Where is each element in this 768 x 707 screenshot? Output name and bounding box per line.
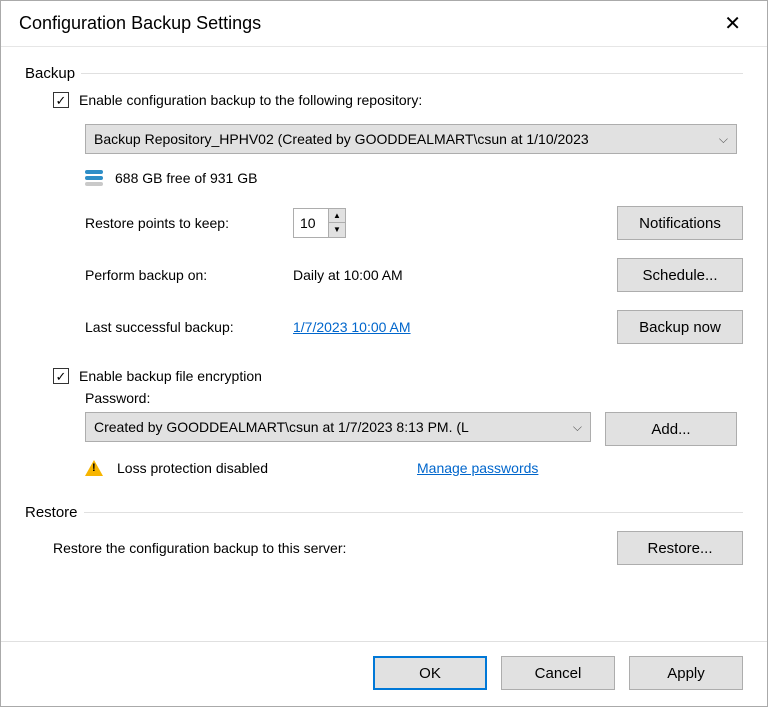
restore-points-input[interactable] — [294, 209, 328, 237]
enable-backup-row: Enable configuration backup to the follo… — [53, 92, 743, 108]
loss-protection-row: Loss protection disabled Manage password… — [85, 460, 743, 476]
restore-row: Restore the configuration backup to this… — [53, 531, 743, 565]
spinner-arrows: ▲ ▼ — [328, 209, 345, 237]
free-space-text: 688 GB free of 931 GB — [115, 170, 257, 186]
dialog: Configuration Backup Settings ✕ Backup E… — [0, 0, 768, 707]
free-space-row: 688 GB free of 931 GB — [85, 170, 743, 186]
restore-points-label: Restore points to keep: — [85, 215, 285, 231]
ok-button[interactable]: OK — [373, 656, 487, 690]
backup-section-label: Backup — [25, 65, 75, 82]
perform-backup-label: Perform backup on: — [85, 267, 285, 283]
spinner-down-icon[interactable]: ▼ — [329, 223, 345, 237]
password-label: Password: — [85, 390, 150, 406]
cancel-button[interactable]: Cancel — [501, 656, 615, 690]
restore-points-spinner[interactable]: ▲ ▼ — [293, 208, 346, 238]
close-icon[interactable]: ✕ — [716, 11, 749, 36]
restore-section-header: Restore — [25, 504, 743, 521]
restore-points-row: Restore points to keep: ▲ ▼ Notification… — [85, 206, 743, 240]
enable-backup-checkbox[interactable] — [53, 92, 69, 108]
repository-value: Backup Repository_HPHV02 (Created by GOO… — [94, 131, 713, 147]
warning-icon — [85, 460, 103, 476]
button-bar: OK Cancel Apply — [1, 641, 767, 706]
spinner-up-icon[interactable]: ▲ — [329, 209, 345, 223]
divider — [84, 512, 743, 513]
dialog-title: Configuration Backup Settings — [19, 13, 716, 34]
disk-icon — [85, 170, 103, 186]
perform-backup-row: Perform backup on: Daily at 10:00 AM Sch… — [85, 258, 743, 292]
backup-now-button[interactable]: Backup now — [617, 310, 743, 344]
divider — [81, 73, 743, 74]
titlebar: Configuration Backup Settings ✕ — [1, 1, 767, 47]
add-password-button[interactable]: Add... — [605, 412, 737, 446]
enable-encryption-label: Enable backup file encryption — [79, 368, 262, 384]
last-backup-link[interactable]: 1/7/2023 10:00 AM — [293, 319, 599, 335]
password-select[interactable]: Created by GOODDEALMART\csun at 1/7/2023… — [85, 412, 591, 442]
last-backup-row: Last successful backup: 1/7/2023 10:00 A… — [85, 310, 743, 344]
perform-backup-value: Daily at 10:00 AM — [293, 267, 599, 283]
repository-select[interactable]: Backup Repository_HPHV02 (Created by GOO… — [85, 124, 737, 154]
password-value: Created by GOODDEALMART\csun at 1/7/2023… — [94, 419, 567, 435]
schedule-button[interactable]: Schedule... — [617, 258, 743, 292]
content: Backup Enable configuration backup to th… — [1, 47, 767, 641]
restore-section-label: Restore — [25, 504, 78, 521]
restore-text: Restore the configuration backup to this… — [53, 540, 617, 556]
backup-section-header: Backup — [25, 65, 743, 82]
notifications-button[interactable]: Notifications — [617, 206, 743, 240]
enable-encryption-row: Enable backup file encryption — [53, 368, 743, 384]
restore-button[interactable]: Restore... — [617, 531, 743, 565]
apply-button[interactable]: Apply — [629, 656, 743, 690]
enable-backup-label: Enable configuration backup to the follo… — [79, 92, 422, 108]
manage-passwords-link[interactable]: Manage passwords — [417, 460, 538, 476]
loss-protection-text: Loss protection disabled — [117, 460, 417, 476]
chevron-down-icon: ⌵ — [573, 420, 582, 435]
chevron-down-icon: ⌵ — [719, 132, 728, 147]
enable-encryption-checkbox[interactable] — [53, 368, 69, 384]
last-backup-label: Last successful backup: — [85, 319, 285, 335]
